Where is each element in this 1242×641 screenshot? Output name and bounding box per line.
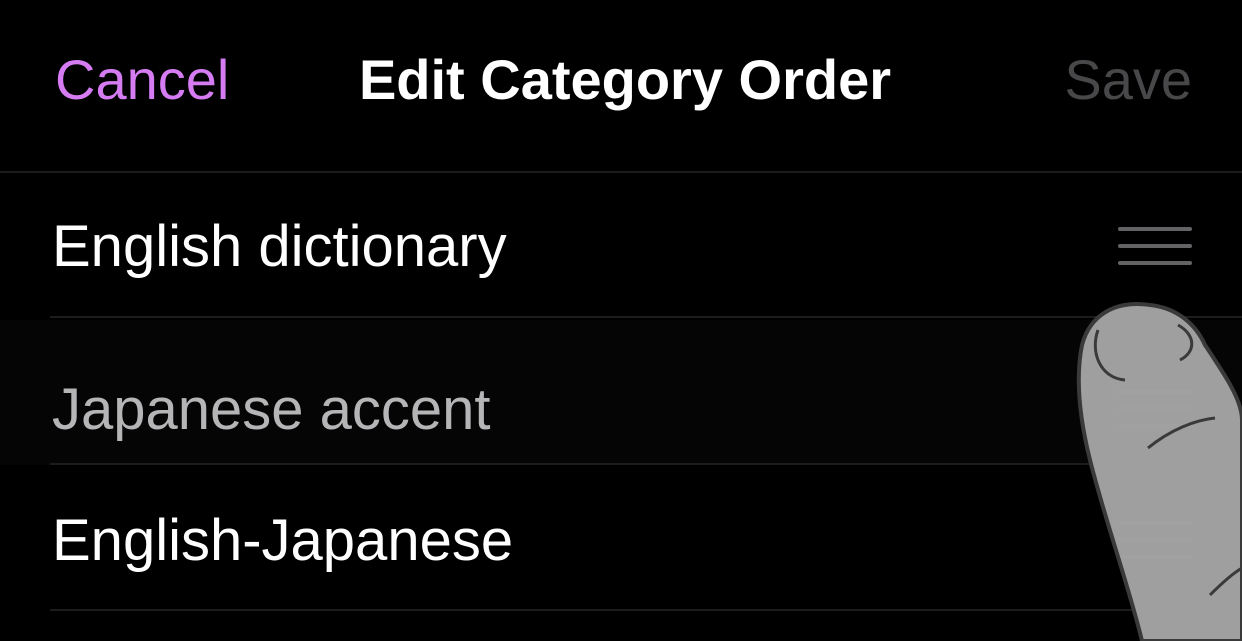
page-title: Edit Category Order [358, 48, 892, 111]
list-item-label: Japanese accent [52, 377, 491, 442]
save-button[interactable]: Save [1064, 44, 1192, 116]
list-item-label: English dictionary [52, 214, 507, 279]
drag-handle-icon[interactable] [1118, 227, 1192, 267]
navigation-bar: Cancel Edit Category Order Save [0, 0, 1242, 173]
list-item-english-japanese[interactable]: English-Japanese [0, 467, 1242, 611]
row-divider [50, 463, 1242, 465]
list-item-label: English-Japanese [52, 508, 514, 573]
row-divider [50, 316, 1242, 318]
drag-handle-icon[interactable] [1118, 390, 1192, 430]
drag-handle-icon[interactable] [1118, 521, 1192, 561]
row-divider [50, 609, 1242, 611]
list-item-japanese-accent[interactable]: Japanese accent [0, 320, 1242, 465]
list-item-english-dictionary[interactable]: English dictionary [0, 175, 1242, 318]
